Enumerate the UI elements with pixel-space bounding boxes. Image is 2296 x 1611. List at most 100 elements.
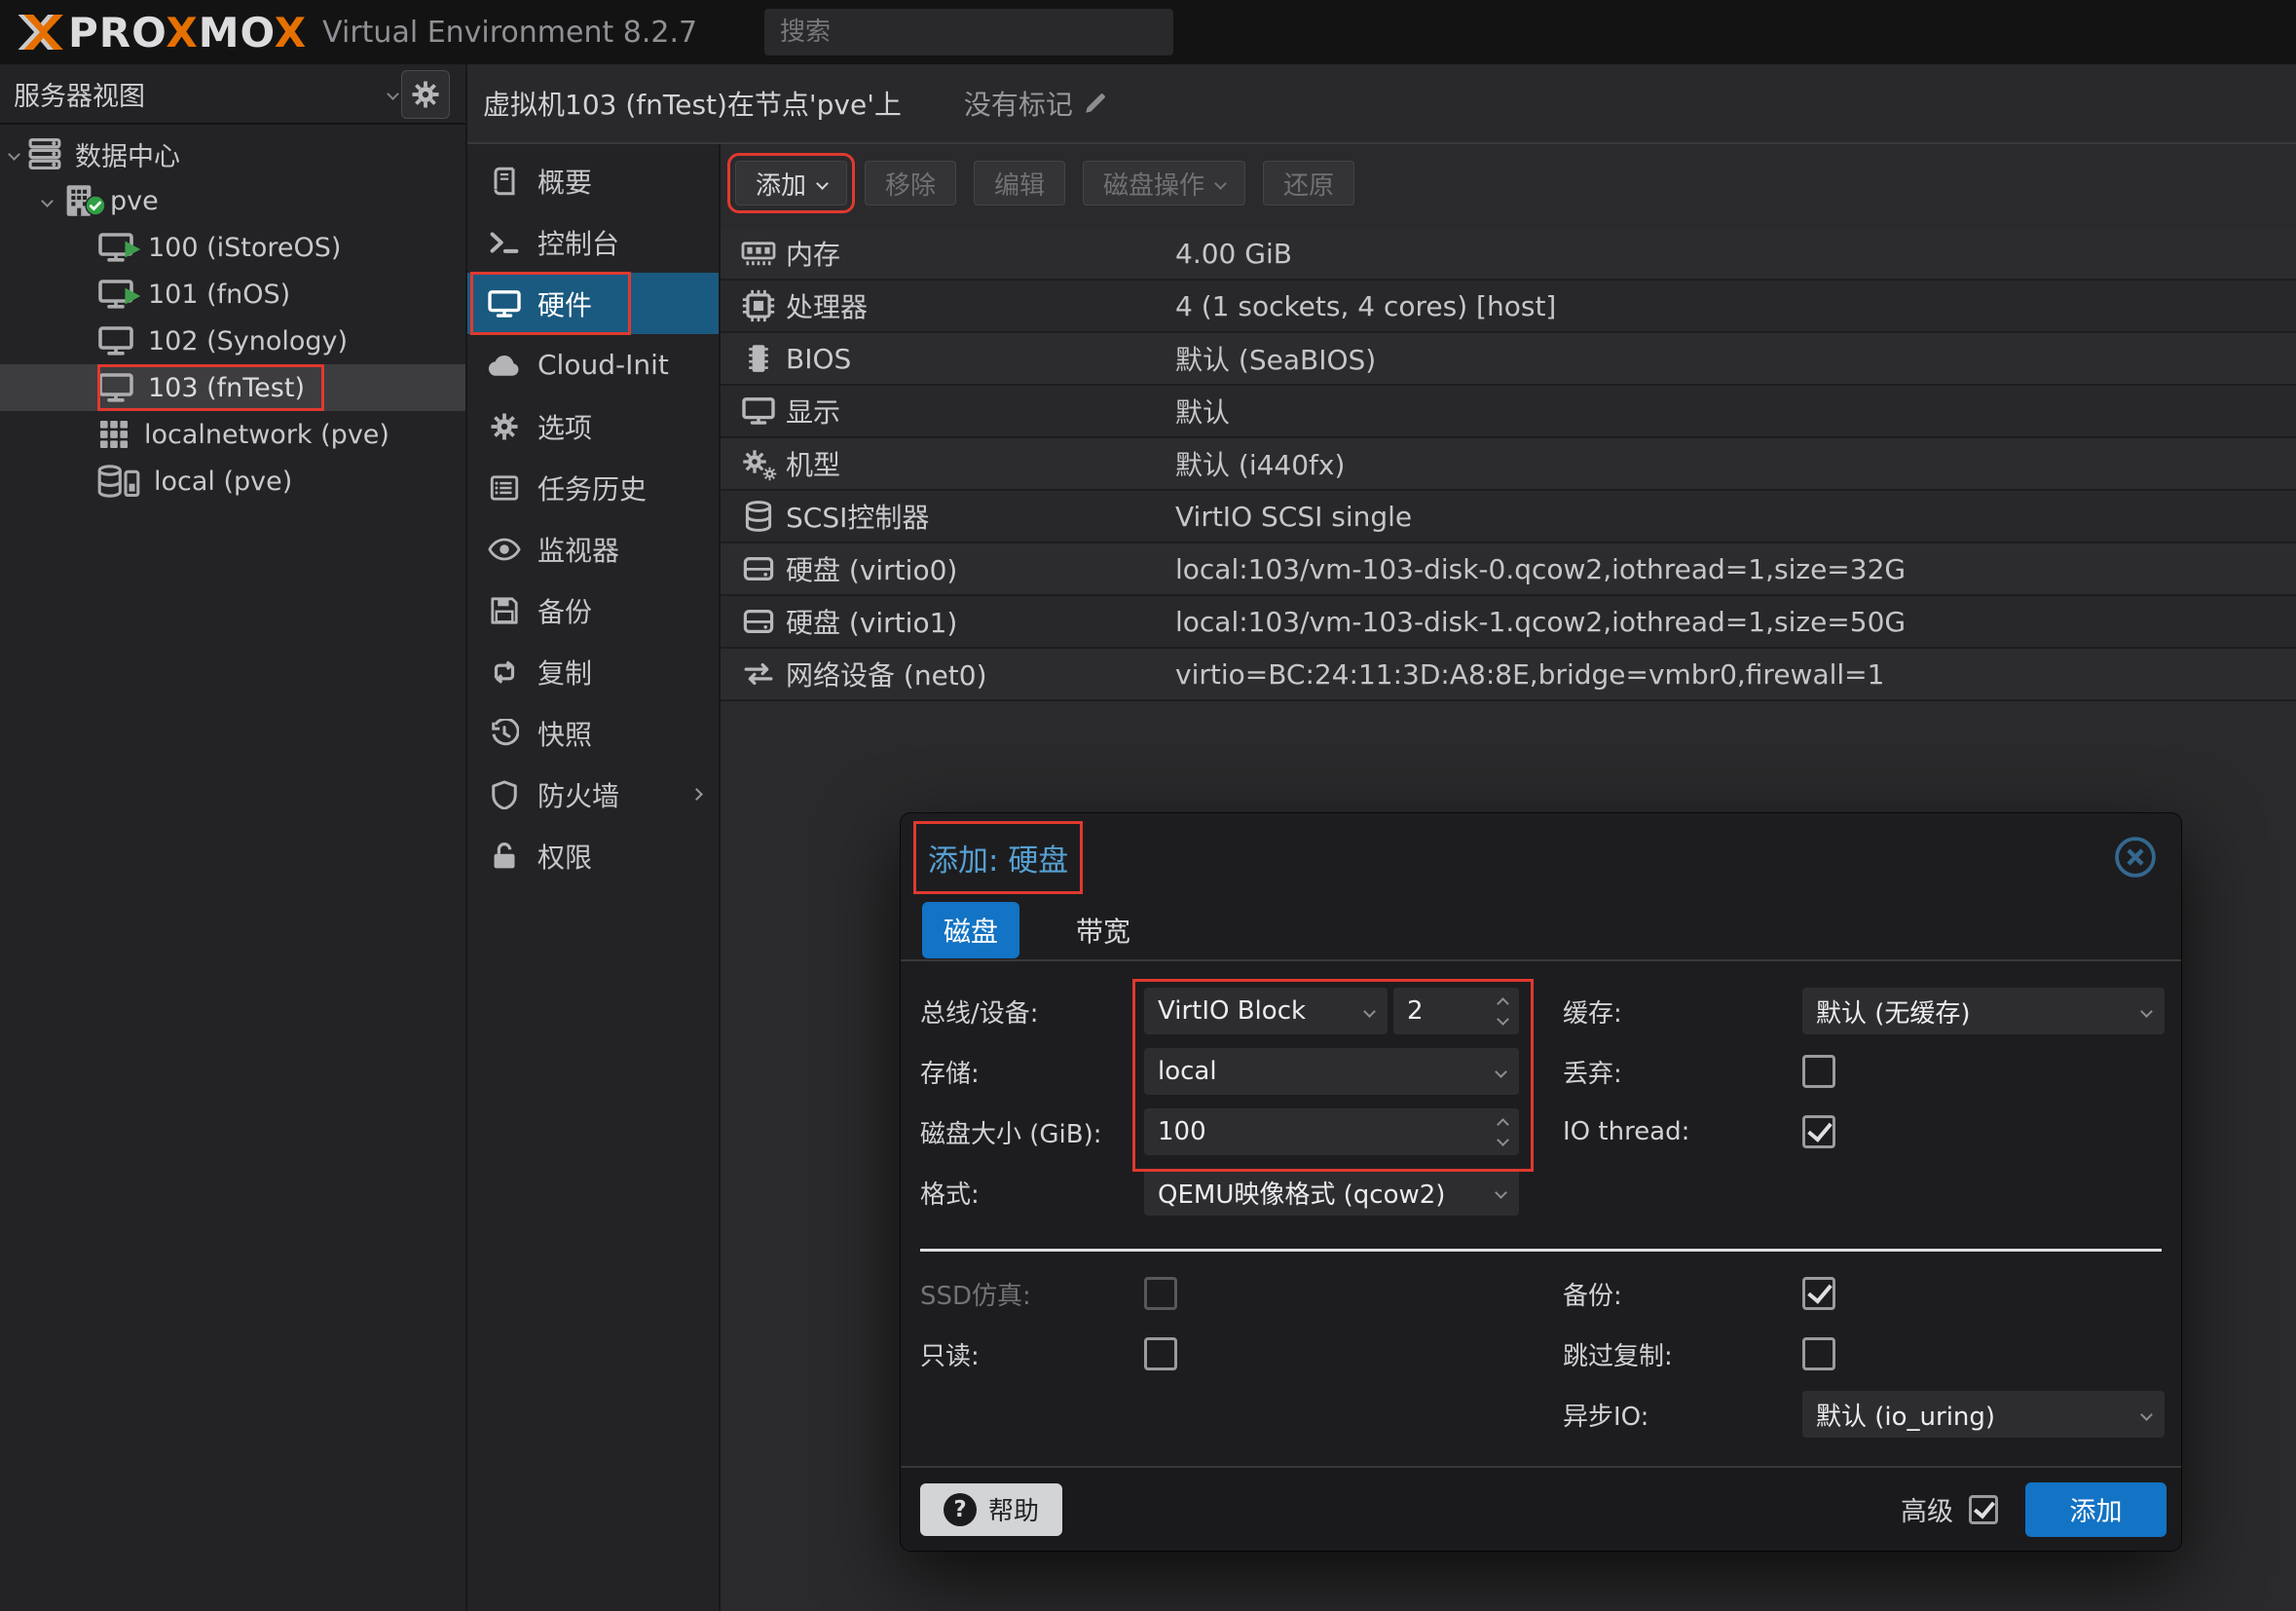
- caret-down-icon[interactable]: [41, 195, 54, 207]
- menu-item-task-history[interactable]: 任务历史: [467, 457, 719, 518]
- network-grid-icon: [97, 418, 130, 451]
- no-tags-label: 没有标记: [964, 84, 1073, 123]
- menu-item-snapshots[interactable]: 快照: [467, 702, 719, 764]
- chevron-down-icon: [1363, 1005, 1376, 1018]
- bus-select[interactable]: VirtIO Block: [1144, 988, 1388, 1034]
- hw-row-processors[interactable]: 处理器 4 (1 sockets, 4 cores) [host]: [721, 281, 2296, 333]
- vm-menu: 概要 控制台 硬件 Cloud-Init 选项 任务历史 监视器 备份 复制 快…: [467, 144, 721, 1611]
- spinner-down-icon[interactable]: [1497, 1013, 1509, 1026]
- close-icon[interactable]: [2113, 835, 2158, 880]
- gear-icon: [411, 80, 440, 109]
- terminal-icon: [487, 230, 522, 255]
- hardware-table: 内存 4.00 GiB 处理器 4 (1 sockets, 4 cores) […: [721, 228, 2296, 701]
- ssd-emulation-checkbox: [1144, 1277, 1177, 1310]
- hw-row-harddisk-virtio0[interactable]: 硬盘 (virtio0) local:103/vm-103-disk-0.qco…: [721, 543, 2296, 596]
- disk-size-spinner[interactable]: 100: [1144, 1108, 1519, 1155]
- help-button[interactable]: 帮助: [920, 1483, 1062, 1536]
- tree-item-vm-103[interactable]: 103 (fnTest): [0, 364, 465, 411]
- pencil-icon[interactable]: [1083, 91, 1108, 116]
- menu-item-cloudinit[interactable]: Cloud-Init: [467, 334, 719, 395]
- menu-item-backup[interactable]: 备份: [467, 580, 719, 641]
- remove-button[interactable]: 移除: [865, 161, 956, 206]
- revert-button[interactable]: 还原: [1263, 161, 1354, 206]
- storage-select[interactable]: local: [1144, 1048, 1519, 1095]
- menu-item-hardware[interactable]: 硬件: [467, 273, 719, 334]
- hw-row-scsi-controller[interactable]: SCSI控制器 VirtIO SCSI single: [721, 491, 2296, 543]
- vm-running-icon: [97, 232, 134, 263]
- sidebar-gear-button[interactable]: [401, 70, 450, 119]
- hdd-icon: [735, 606, 782, 637]
- iothread-checkbox[interactable]: [1802, 1115, 1835, 1148]
- dialog-header[interactable]: 添加: 硬盘: [901, 813, 2181, 901]
- readonly-checkbox[interactable]: [1144, 1337, 1177, 1370]
- menu-item-monitor[interactable]: 监视器: [467, 518, 719, 580]
- history-icon: [487, 719, 522, 748]
- memory-icon: [735, 240, 782, 267]
- advanced-checkbox[interactable]: [1969, 1495, 1998, 1524]
- search-input[interactable]: [764, 9, 1173, 56]
- format-select[interactable]: QEMU映像格式 (qcow2): [1144, 1169, 1519, 1216]
- chevron-down-icon: [2140, 1408, 2153, 1421]
- spinner-up-icon[interactable]: [1497, 1118, 1509, 1131]
- hw-row-bios[interactable]: BIOS 默认 (SeaBIOS): [721, 333, 2296, 386]
- eye-icon: [487, 537, 522, 562]
- disk-action-button[interactable]: 磁盘操作: [1083, 161, 1245, 206]
- field-row-iothread: IO thread:: [1563, 1102, 2166, 1162]
- tags-area[interactable]: 没有标记: [964, 84, 1108, 123]
- spinner-up-icon[interactable]: [1497, 997, 1509, 1010]
- hw-row-harddisk-virtio1[interactable]: 硬盘 (virtio1) local:103/vm-103-disk-1.qco…: [721, 596, 2296, 649]
- add-button[interactable]: 添加: [735, 161, 847, 206]
- add-harddisk-dialog: 添加: 硬盘 磁盘 带宽 总线/设备: VirtIO Block 2: [901, 813, 2181, 1551]
- menu-item-replication[interactable]: 复制: [467, 641, 719, 702]
- caret-down-icon[interactable]: [8, 148, 20, 161]
- hw-row-machine[interactable]: 机型 默认 (i440fx): [721, 438, 2296, 491]
- tree-item-node-pve[interactable]: pve: [0, 177, 465, 224]
- content-header: 虚拟机103 (fnTest)在节点'pve'上 没有标记: [467, 64, 2296, 144]
- spinner-down-icon[interactable]: [1497, 1134, 1509, 1146]
- field-row-backup: 备份:: [1563, 1263, 2166, 1324]
- tab-bandwidth[interactable]: 带宽: [1055, 902, 1152, 958]
- vm-stopped-icon: [97, 372, 134, 403]
- datacenter-icon: [28, 137, 61, 170]
- floppy-icon: [487, 596, 522, 625]
- tree-item-localnetwork[interactable]: localnetwork (pve): [0, 411, 465, 458]
- tree-item-local-storage[interactable]: local (pve): [0, 458, 465, 505]
- brand-wordmark: PROXMOX: [68, 9, 307, 56]
- hw-row-memory[interactable]: 内存 4.00 GiB: [721, 228, 2296, 281]
- tree-item-vm-102[interactable]: 102 (Synology): [0, 318, 465, 364]
- tree-item-vm-100[interactable]: 100 (iStoreOS): [0, 224, 465, 271]
- menu-item-permissions[interactable]: 权限: [467, 825, 719, 886]
- field-row-format: 格式: QEMU映像格式 (qcow2): [920, 1162, 1529, 1222]
- version-subtitle: Virtual Environment 8.2.7: [322, 16, 697, 50]
- hw-row-display[interactable]: 显示 默认: [721, 386, 2296, 438]
- dialog-body: 总线/设备: VirtIO Block 2 存储:: [901, 963, 2181, 1466]
- online-check-icon: [85, 193, 106, 223]
- menu-item-summary[interactable]: 概要: [467, 150, 719, 211]
- menu-item-options[interactable]: 选项: [467, 395, 719, 457]
- display-icon: [735, 396, 782, 426]
- backup-checkbox[interactable]: [1802, 1277, 1835, 1310]
- database-icon: [735, 501, 782, 532]
- top-bar: PROXMOX Virtual Environment 8.2.7: [0, 0, 2296, 64]
- dialog-add-button[interactable]: 添加: [2025, 1482, 2166, 1537]
- device-number-spinner[interactable]: 2: [1393, 988, 1519, 1034]
- menu-item-firewall[interactable]: 防火墙: [467, 764, 719, 825]
- tree-item-datacenter[interactable]: 数据中心: [0, 131, 465, 177]
- view-mode-select[interactable]: 服务器视图: [0, 64, 465, 123]
- async-io-select[interactable]: 默认 (io_uring): [1802, 1391, 2165, 1438]
- shield-icon: [487, 780, 522, 809]
- tree-item-vm-101[interactable]: 101 (fnOS): [0, 271, 465, 318]
- list-icon: [487, 473, 522, 503]
- hw-row-network-net0[interactable]: 网络设备 (net0) virtio=BC:24:11:3D:A8:8E,bri…: [721, 649, 2296, 701]
- cogs-icon: [735, 449, 782, 478]
- cache-select[interactable]: 默认 (无缓存): [1802, 988, 2165, 1034]
- skip-replication-checkbox[interactable]: [1802, 1337, 1835, 1370]
- menu-item-console[interactable]: 控制台: [467, 211, 719, 273]
- field-row-ssd-emulation: SSD仿真:: [920, 1263, 1529, 1324]
- edit-button[interactable]: 编辑: [974, 161, 1065, 206]
- chevron-down-icon: [1495, 1066, 1507, 1078]
- advanced-label: 高级: [1901, 1490, 1953, 1528]
- discard-checkbox[interactable]: [1802, 1055, 1835, 1088]
- tab-disk[interactable]: 磁盘: [922, 902, 1019, 958]
- lock-icon: [487, 842, 522, 871]
